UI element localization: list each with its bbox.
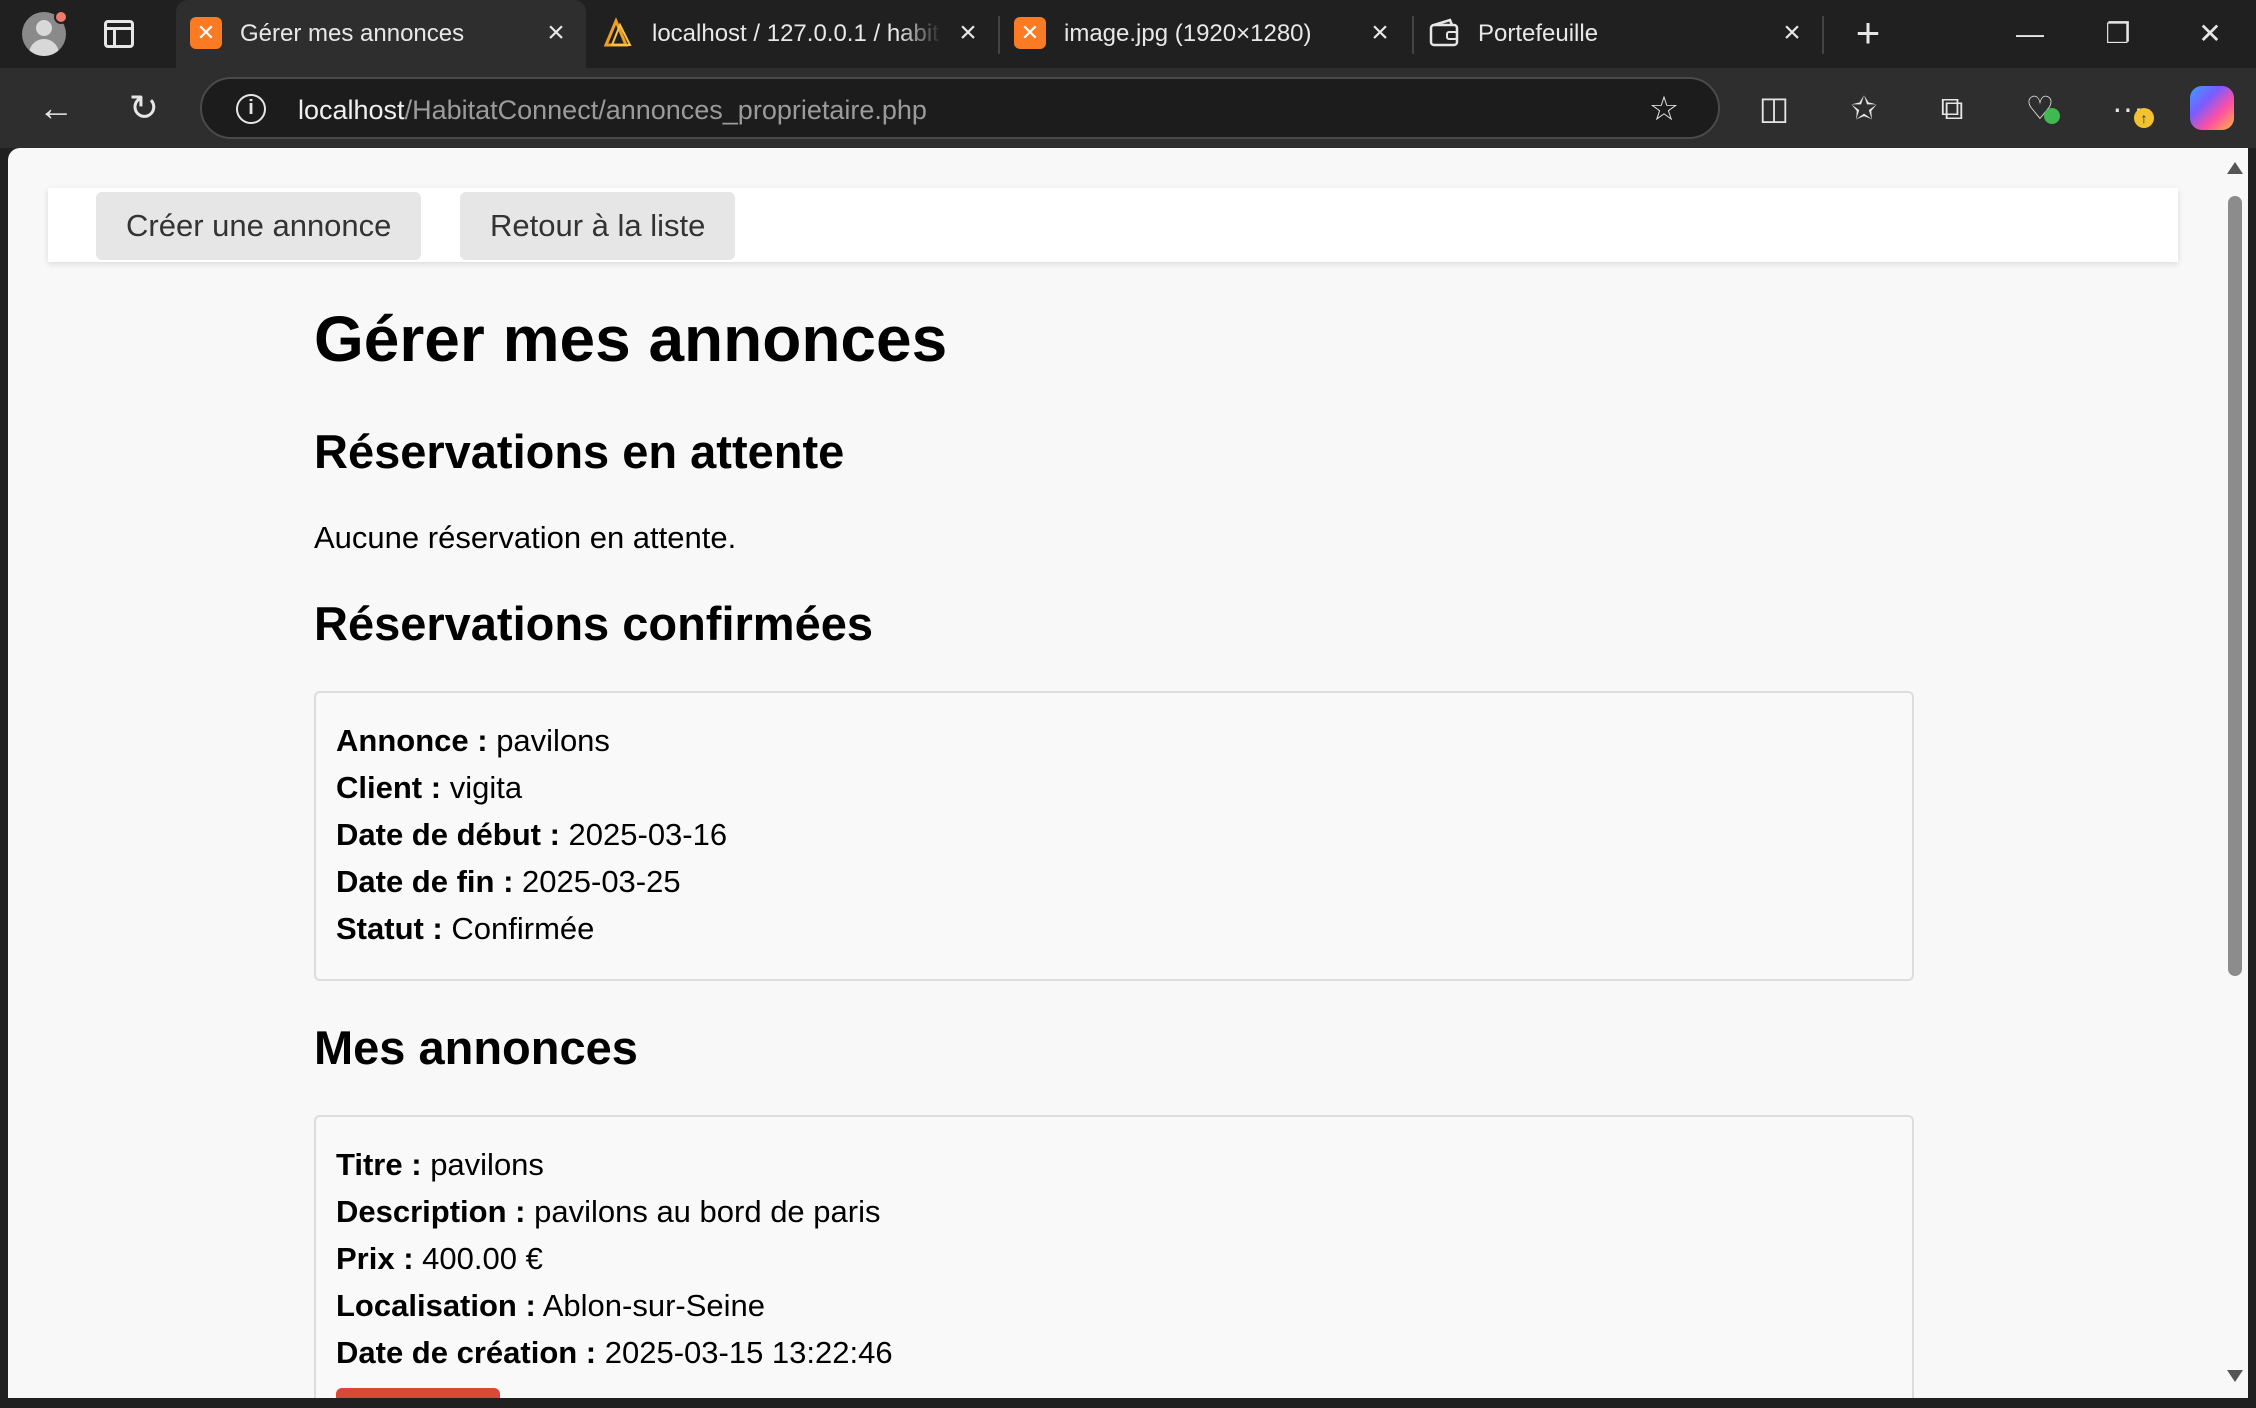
tab-image-jpg[interactable]: image.jpg (1920×1280) × [1000,0,1410,68]
reservation-end-date: Date de fin : 2025-03-25 [336,864,681,899]
reload-icon[interactable]: ↻ [122,86,166,130]
reservation-status: Statut : Confirmée [336,911,595,946]
scroll-down-arrow-icon[interactable] [2227,1370,2243,1382]
url-text[interactable]: localhost/HabitatConnect/annonces_propri… [298,95,927,126]
tab-title: localhost / 127.0.0.1 / habit [652,20,939,47]
tab-separator [1822,16,1824,54]
favorites-icon[interactable]: ✩ [1842,86,1886,130]
url-host: localhost [298,95,405,125]
collections-icon[interactable]: ⧉ [1930,86,1974,130]
tab-title: Gérer mes annonces [240,20,465,47]
scroll-up-arrow-icon[interactable] [2227,162,2243,174]
split-screen-icon[interactable]: ◫ [1752,86,1796,130]
tab-portefeuille[interactable]: Portefeuille × [1414,0,1826,68]
site-info-icon[interactable]: i [236,94,266,124]
scroll-thumb[interactable] [2228,196,2242,976]
listing-title: Titre : pavilons [336,1147,544,1182]
back-arrow-icon[interactable]: ← [34,86,78,130]
back-to-list-button[interactable]: Retour à la liste [460,192,736,260]
reservation-client: Client : vigita [336,770,523,805]
browser-toolbar: ← ↻ i localhost/HabitatConnect/annonces_… [0,68,2256,148]
update-available-badge: ↑ [2134,108,2154,128]
tab-title: image.jpg (1920×1280) [1064,20,1312,47]
new-tab-icon[interactable]: + [1848,12,1888,54]
listing-created-date: Date de création : 2025-03-15 13:22:46 [336,1335,893,1370]
profile-notification-dot [54,10,68,24]
copilot-icon[interactable] [2190,86,2234,130]
page-scrollbar[interactable] [2220,148,2248,1398]
listings-heading: Mes annonces [314,1021,638,1074]
phpmyadmin-icon [603,17,632,47]
tab-strip: Gérer mes annonces × localhost / 127.0.0… [0,0,2256,68]
tab-actions-icon[interactable] [104,20,134,48]
address-bar[interactable]: i localhost/HabitatConnect/annonces_prop… [200,77,1720,139]
listing-location: Localisation : Ablon-sur-Seine [336,1288,766,1323]
favorite-star-icon[interactable]: ☆ [1644,89,1684,129]
listing-card: Titre : pavilons Description : pavilons … [314,1115,1914,1398]
reservation-start-date: Date de début : 2025-03-16 [336,817,728,852]
delete-listing-button[interactable] [336,1388,500,1398]
pending-heading: Réservations en attente [314,425,845,478]
close-tab-icon[interactable]: × [1776,16,1808,50]
page-title: Gérer mes annonces [314,303,948,375]
page-navbar: Créer une annonce Retour à la liste [48,188,2178,262]
close-window-icon[interactable]: ✕ [2180,12,2240,56]
minimize-icon[interactable]: — [2000,12,2060,56]
restore-icon[interactable]: ❐ [2088,12,2148,56]
create-listing-button[interactable]: Créer une annonce [96,192,422,260]
page-viewport: Créer une annonce Retour à la liste Gére… [8,148,2220,1398]
close-tab-icon[interactable]: × [952,16,984,50]
wallet-icon [1429,18,1459,47]
listing-price: Prix : 400.00 € [336,1241,543,1276]
tab-title: Portefeuille [1478,20,1599,47]
tab-gerer-annonces[interactable]: Gérer mes annonces × [176,0,586,68]
close-tab-icon[interactable]: × [540,16,572,50]
reservation-card: Annonce : pavilons Client : vigita Date … [314,691,1914,981]
reservation-annonce: Annonce : pavilons [336,723,610,758]
close-tab-icon[interactable]: × [1364,16,1396,50]
status-check-badge [2044,108,2060,124]
pending-empty-text: Aucune réservation en attente. [314,520,737,555]
xampp-icon [190,17,222,49]
url-path: /HabitatConnect/annonces_proprietaire.ph… [404,95,927,125]
xampp-icon [1014,17,1046,49]
confirmed-heading: Réservations confirmées [314,597,874,650]
listing-description: Description : pavilons au bord de paris [336,1194,881,1229]
tab-phpmyadmin[interactable]: localhost / 127.0.0.1 / habit × [588,0,996,68]
